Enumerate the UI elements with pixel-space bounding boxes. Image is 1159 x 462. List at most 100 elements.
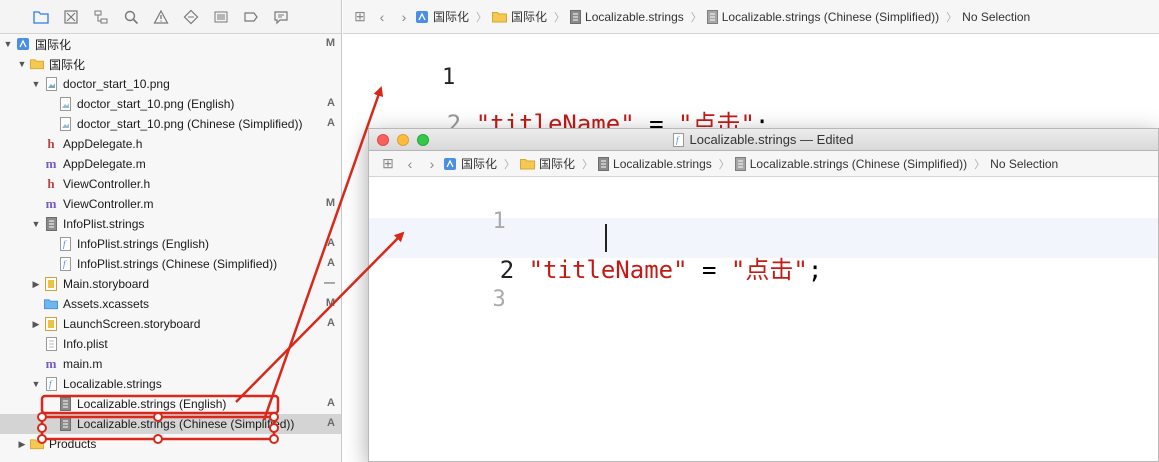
- forward-icon[interactable]: ›: [393, 9, 415, 25]
- image-file-icon: [58, 97, 72, 112]
- image-group-icon: [44, 77, 58, 92]
- assets-folder-icon: [44, 297, 58, 312]
- file-tree-row[interactable]: Assets.xcassets M: [0, 294, 341, 314]
- breadcrumb-file[interactable]: Localizable.strings: [598, 156, 712, 171]
- file-tree-row[interactable]: m main.m: [0, 354, 341, 374]
- source-control-badge: A: [327, 397, 335, 409]
- strings-file-icon: f: [58, 257, 72, 272]
- breakpoint-icon[interactable]: [242, 8, 260, 26]
- string-key: "titleName": [528, 256, 688, 284]
- file-tree-row[interactable]: h AppDelegate.h: [0, 134, 341, 154]
- file-tree-label: Products: [49, 437, 97, 451]
- breadcrumb-group[interactable]: 国际化: [492, 8, 547, 25]
- breadcrumb-localization[interactable]: Localizable.strings (Chinese (Simplified…: [734, 156, 968, 171]
- strings-file-icon: [706, 9, 718, 24]
- window-title: f Localizable.strings — Edited: [673, 132, 854, 147]
- file-tree-row[interactable]: f InfoPlist.strings (Chinese (Simplified)…: [0, 254, 341, 274]
- header-file-icon: h: [47, 176, 55, 191]
- file-tree-row[interactable]: ▼ InfoPlist.strings: [0, 214, 341, 234]
- disclosure-collapsed-icon[interactable]: ▶: [16, 439, 28, 450]
- file-tree-label: 国际化: [49, 57, 86, 72]
- file-tree-row[interactable]: ▶ Main.storyboard —: [0, 274, 341, 294]
- file-tree-row[interactable]: f InfoPlist.strings (English) A: [0, 234, 341, 254]
- plist-file-icon: [44, 337, 58, 352]
- breadcrumb-label: No Selection: [962, 9, 1031, 24]
- disclosure-expanded-icon[interactable]: ▼: [30, 219, 42, 229]
- report-icon[interactable]: [272, 8, 290, 26]
- back-icon[interactable]: ‹: [371, 9, 393, 25]
- file-tree-row[interactable]: ▼ 国际化: [0, 54, 341, 74]
- file-tree-row[interactable]: m ViewController.m M: [0, 194, 341, 214]
- breadcrumb-selection[interactable]: No Selection: [990, 157, 1058, 171]
- breadcrumb-file[interactable]: Localizable.strings: [570, 9, 684, 24]
- test-icon[interactable]: [182, 8, 200, 26]
- disclosure-collapsed-icon[interactable]: ▶: [30, 279, 42, 290]
- breadcrumb-localization[interactable]: Localizable.strings (Chinese (Simplified…: [706, 9, 939, 24]
- project-icon: [416, 10, 428, 23]
- close-button[interactable]: [377, 134, 389, 146]
- source-file-icon: m: [45, 356, 57, 371]
- file-tree-row[interactable]: ▶ LaunchScreen.storyboard A: [0, 314, 341, 334]
- project-navigator: ▼ 国际化 M ▼ 国际化 ▼ doctor_start_10.png doctor_star…: [0, 0, 342, 462]
- back-icon[interactable]: ‹: [399, 156, 421, 172]
- source-control-badge: A: [327, 317, 335, 329]
- breadcrumb-group[interactable]: 国际化: [520, 155, 575, 172]
- file-tree-row[interactable]: ▼ 国际化 M: [0, 34, 341, 54]
- file-tree-row[interactable]: h ViewController.h: [0, 174, 341, 194]
- disclosure-collapsed-icon[interactable]: ▶: [30, 319, 42, 330]
- hierarchy-icon[interactable]: [92, 8, 110, 26]
- forward-icon[interactable]: ›: [421, 156, 443, 172]
- file-tree-label: Localizable.strings (Chinese (Simplified…: [77, 417, 295, 431]
- equals-operator: =: [687, 256, 731, 284]
- file-tree-row[interactable]: ▼ doctor_start_10.png: [0, 74, 341, 94]
- search-icon[interactable]: [122, 8, 140, 26]
- file-tree-label: AppDelegate.m: [63, 157, 146, 171]
- disclosure-expanded-icon[interactable]: ▼: [2, 39, 14, 49]
- file-tree-row[interactable]: doctor_start_10.png (English) A: [0, 94, 341, 114]
- file-tree-row[interactable]: m AppDelegate.m: [0, 154, 341, 174]
- strings-file-icon: f: [44, 377, 58, 392]
- folder-icon[interactable]: [32, 8, 50, 26]
- breadcrumb-label: No Selection: [990, 156, 1059, 171]
- file-tree-row[interactable]: ▶ Products: [0, 434, 341, 454]
- disclosure-expanded-icon[interactable]: ▼: [30, 79, 42, 89]
- file-tree-row[interactable]: Localizable.strings (Chinese (Simplified…: [0, 414, 341, 434]
- file-tree-label: Localizable.strings: [63, 377, 162, 391]
- minimize-button[interactable]: [397, 134, 409, 146]
- folder-icon: [520, 158, 536, 169]
- file-tree-label: doctor_start_10.png (Chinese (Simplified…: [77, 117, 303, 131]
- chevron-right-icon: 〉: [582, 158, 594, 171]
- file-tree-row[interactable]: doctor_start_10.png (Chinese (Simplified…: [0, 114, 341, 134]
- file-tree-label: Main.storyboard: [63, 277, 150, 291]
- window-title-bar[interactable]: f Localizable.strings — Edited: [369, 129, 1158, 151]
- disclosure-expanded-icon[interactable]: ▼: [16, 59, 28, 69]
- file-tree-label: ViewController.h: [63, 177, 151, 191]
- source-control-badge: A: [327, 237, 335, 249]
- folder-icon: [492, 11, 508, 22]
- code-line-3[interactable]: 3: [389, 116, 455, 128]
- strings-group-icon: [58, 397, 72, 412]
- file-tree-row[interactable]: ▼ f Localizable.strings: [0, 374, 341, 394]
- breadcrumb-selection[interactable]: No Selection: [962, 10, 1030, 24]
- breadcrumb-label: Localizable.strings (Chinese (Simplified…: [749, 156, 968, 171]
- disclosure-expanded-icon[interactable]: ▼: [30, 379, 42, 389]
- zoom-button[interactable]: [417, 134, 429, 146]
- source-file-icon: m: [45, 196, 57, 211]
- chevron-right-icon: 〉: [946, 11, 958, 24]
- window-code-area[interactable]: 1 2 "titleName" = "点击"; 3: [369, 178, 1158, 461]
- file-tree-row[interactable]: Localizable.strings (English) A: [0, 394, 341, 414]
- breadcrumb-project[interactable]: 国际化: [415, 8, 469, 25]
- breadcrumb-project[interactable]: 国际化: [443, 155, 497, 172]
- storyboard-icon: [44, 277, 58, 292]
- source-control-icon[interactable]: [62, 8, 80, 26]
- source-file-icon: m: [45, 156, 57, 171]
- debug-icon[interactable]: [212, 8, 230, 26]
- warning-icon[interactable]: [152, 8, 170, 26]
- related-items-icon[interactable]: ⊞: [377, 155, 399, 172]
- source-control-badge: A: [327, 97, 335, 109]
- strings-group-icon: [44, 217, 58, 232]
- file-tree-row[interactable]: Info.plist: [0, 334, 341, 354]
- code-line-3[interactable]: 3: [413, 262, 505, 337]
- strings-file-icon: [734, 156, 746, 171]
- related-items-icon[interactable]: ⊞: [349, 8, 371, 25]
